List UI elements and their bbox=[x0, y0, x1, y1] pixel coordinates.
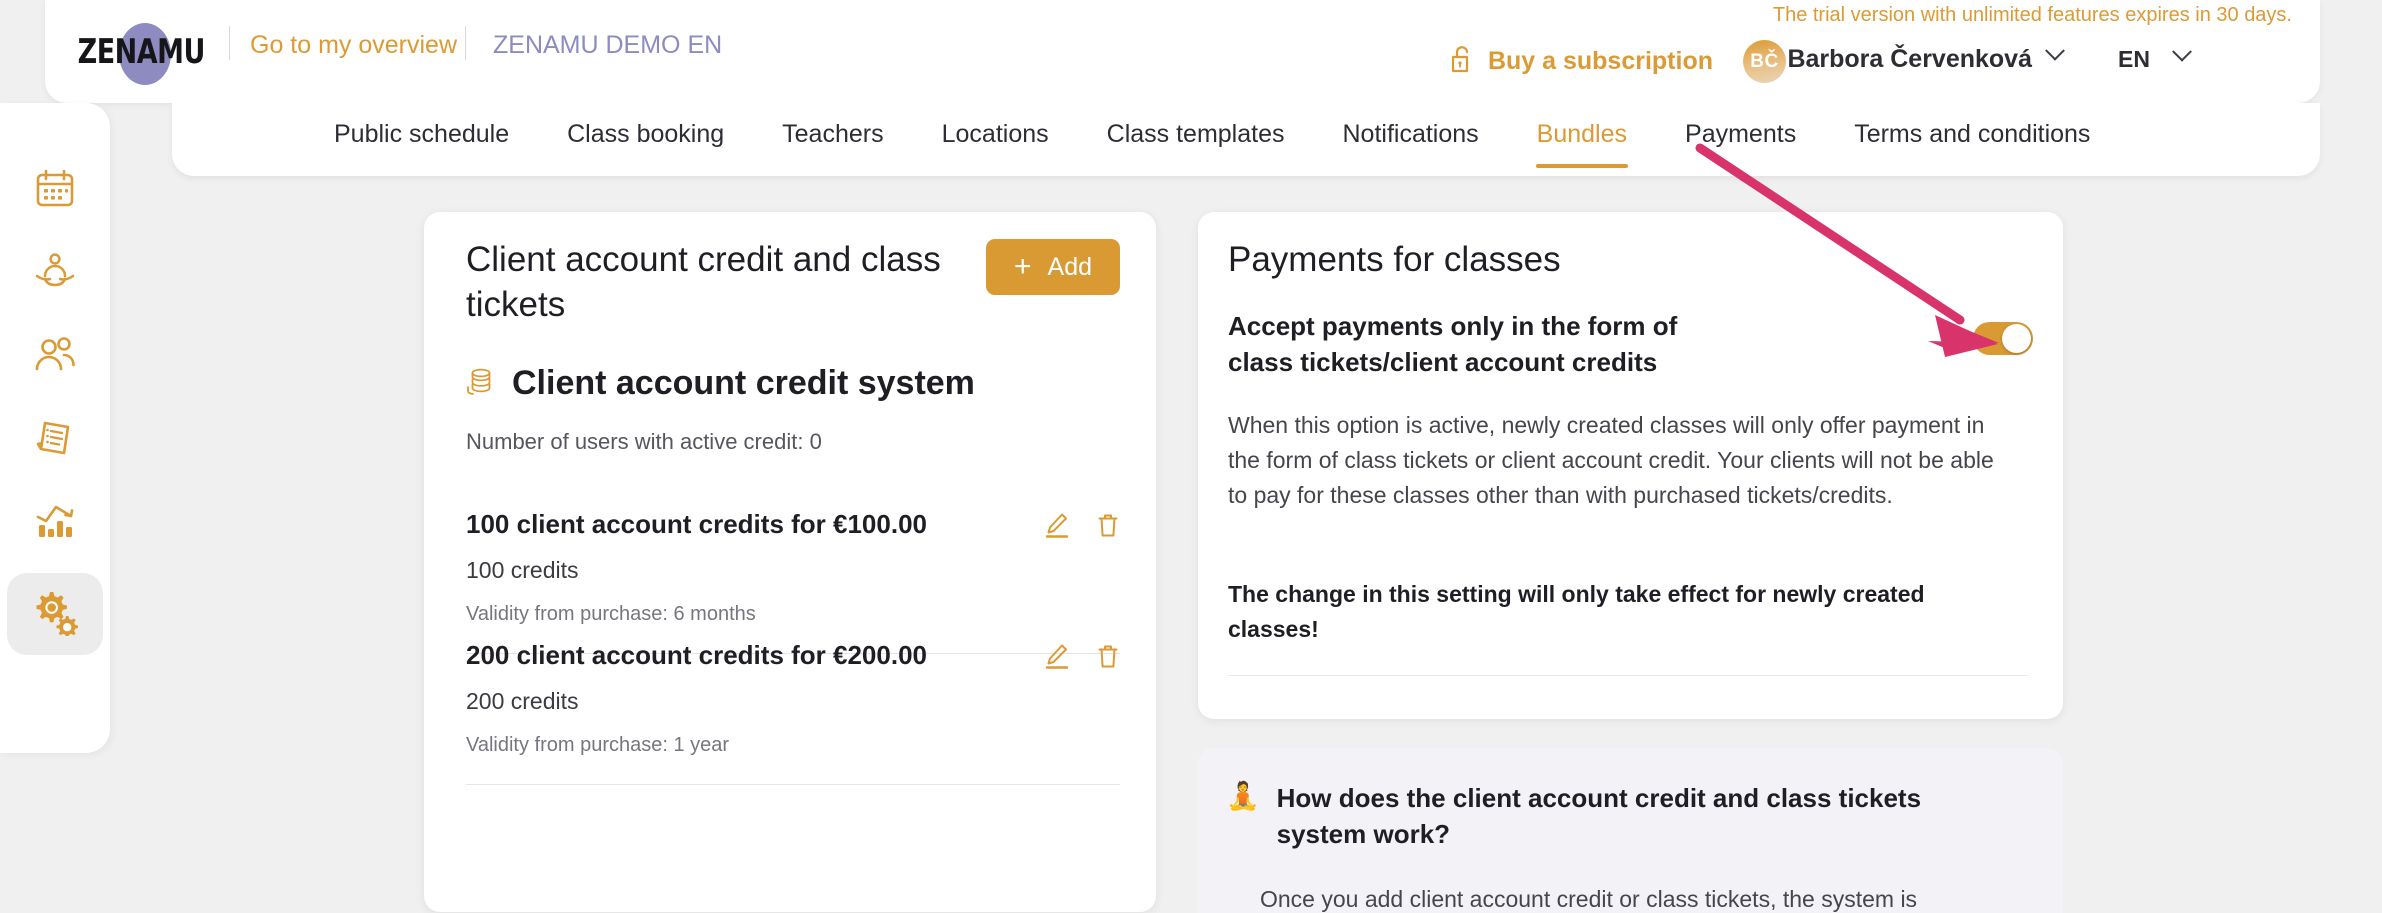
tab-locations[interactable]: Locations bbox=[913, 103, 1078, 149]
tab-public-schedule[interactable]: Public schedule bbox=[305, 103, 538, 149]
help-heading: 🧘 How does the client account credit and… bbox=[1226, 780, 2016, 853]
divider bbox=[466, 784, 1120, 785]
bar-chart-icon bbox=[31, 499, 79, 548]
buy-subscription-button[interactable]: Buy a subscription bbox=[1449, 44, 1713, 79]
user-menu-chevron-down-icon[interactable] bbox=[2045, 40, 2065, 67]
sidebar-item-settings[interactable] bbox=[7, 573, 103, 655]
plus-icon: + bbox=[1013, 250, 1032, 283]
payments-toggle[interactable] bbox=[1973, 322, 2033, 355]
yoga-person-icon bbox=[31, 249, 79, 300]
toggle-knob bbox=[2002, 324, 2031, 353]
divider bbox=[229, 26, 230, 60]
meditating-person-emoji-icon: 🧘 bbox=[1226, 781, 1260, 811]
pencil-icon[interactable] bbox=[1044, 511, 1070, 539]
sidebar-item-classes[interactable] bbox=[7, 233, 103, 315]
divider bbox=[465, 26, 466, 60]
payments-description: When this option is active, newly create… bbox=[1228, 412, 1994, 509]
bundle-title: 100 client account credits for €100.00 bbox=[466, 509, 927, 539]
bundle-validity: Validity from purchase: 6 months bbox=[466, 603, 756, 625]
trash-icon[interactable] bbox=[1096, 511, 1120, 539]
language-selector[interactable]: EN bbox=[2118, 46, 2150, 73]
payments-toggle-label: Accept payments only in the form of clas… bbox=[1228, 311, 1678, 377]
payments-card-title: Payments for classes bbox=[1228, 240, 1561, 279]
bundle-row: 200 client account credits for €200.00 2… bbox=[466, 640, 1120, 785]
add-button[interactable]: + Add bbox=[985, 239, 1120, 295]
zenamu-logo[interactable]: ZENAMU bbox=[73, 18, 205, 86]
tab-terms-and-conditions[interactable]: Terms and conditions bbox=[1825, 103, 2119, 149]
bundle-validity: Validity from purchase: 1 year bbox=[466, 734, 730, 756]
sidebar bbox=[0, 103, 110, 753]
app-root: ZENAMU Go to my overview ZENAMU DEMO EN … bbox=[0, 0, 2382, 913]
active-credit-users-count: Number of users with active credit: 0 bbox=[466, 429, 822, 454]
pencil-icon[interactable] bbox=[1044, 642, 1070, 670]
bundle-title: 200 client account credits for €200.00 bbox=[466, 640, 927, 670]
trash-icon[interactable] bbox=[1096, 642, 1120, 670]
help-title: How does the client account credit and c… bbox=[1276, 783, 1922, 850]
people-icon bbox=[31, 334, 79, 381]
user-name[interactable]: Barbora Červenková bbox=[1787, 45, 2032, 74]
bundle-row: 100 client account credits for €100.00 1… bbox=[466, 509, 1120, 654]
help-body: Once you add client account credit or cl… bbox=[1260, 886, 1918, 912]
document-list-icon bbox=[32, 415, 78, 466]
add-button-label: Add bbox=[1047, 252, 1092, 281]
help-info-card: 🧘 How does the client account credit and… bbox=[1198, 748, 2063, 913]
tab-class-templates[interactable]: Class templates bbox=[1078, 103, 1314, 149]
bundle-credits: 100 credits bbox=[466, 557, 579, 583]
credit-system-title: Client account credit system bbox=[512, 364, 975, 402]
sidebar-item-schedule[interactable] bbox=[7, 150, 103, 232]
payments-warning: The change in this setting will only tak… bbox=[1228, 581, 1925, 643]
trial-notice: The trial version with unlimited feature… bbox=[1772, 4, 2292, 26]
avatar[interactable]: BČ bbox=[1743, 40, 1786, 83]
tab-payments[interactable]: Payments bbox=[1656, 103, 1825, 149]
tab-bundles[interactable]: Bundles bbox=[1508, 103, 1656, 168]
credit-system-heading: Client account credit system bbox=[466, 364, 975, 403]
open-lock-icon bbox=[1449, 44, 1475, 79]
sidebar-item-statistics[interactable] bbox=[7, 482, 103, 564]
tab-class-booking[interactable]: Class booking bbox=[538, 103, 753, 149]
logo-text: ZENAMU bbox=[77, 30, 206, 72]
calendar-icon bbox=[32, 166, 78, 217]
sidebar-item-documents[interactable] bbox=[7, 399, 103, 481]
top-bar: ZENAMU Go to my overview ZENAMU DEMO EN … bbox=[45, 0, 2320, 103]
card-title: Client account credit and class tickets bbox=[466, 240, 941, 324]
go-to-overview-link[interactable]: Go to my overview bbox=[250, 31, 457, 60]
client-credit-card: Client account credit and class tickets … bbox=[424, 212, 1156, 912]
settings-gears-icon bbox=[30, 588, 80, 641]
tab-teachers[interactable]: Teachers bbox=[753, 103, 912, 149]
sidebar-item-clients[interactable] bbox=[7, 316, 103, 398]
studio-name-link[interactable]: ZENAMU DEMO EN bbox=[493, 31, 722, 60]
payments-for-classes-card: Payments for classes Accept payments onl… bbox=[1198, 212, 2063, 719]
bundle-credits: 200 credits bbox=[466, 688, 579, 714]
divider bbox=[1228, 675, 2028, 676]
coin-stack-icon bbox=[466, 365, 496, 402]
main-nav-tabs: Public schedule Class booking Teachers L… bbox=[172, 103, 2320, 176]
language-chevron-down-icon[interactable] bbox=[2172, 41, 2192, 68]
tab-notifications[interactable]: Notifications bbox=[1314, 103, 1508, 149]
buy-subscription-label: Buy a subscription bbox=[1487, 47, 1713, 75]
